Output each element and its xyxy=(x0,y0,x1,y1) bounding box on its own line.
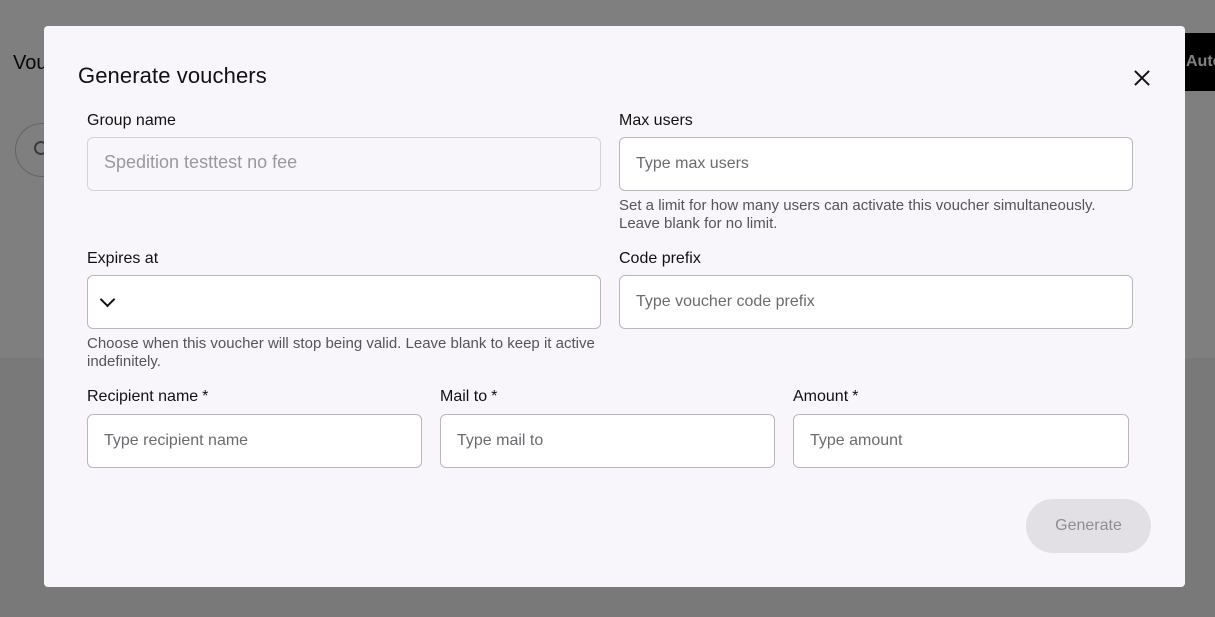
amount-input[interactable] xyxy=(793,414,1129,468)
expires-at-select[interactable] xyxy=(87,275,601,329)
expires-at-label: Expires at xyxy=(87,250,159,267)
recipient-name-label-text: Recipient name xyxy=(87,388,199,405)
group-name-input[interactable] xyxy=(87,137,601,191)
amount-label: Amount * xyxy=(793,388,858,406)
required-mark: * xyxy=(852,388,859,405)
mail-to-label: Mail to * xyxy=(440,388,497,406)
max-users-label: Max users xyxy=(619,112,693,129)
chevron-down-icon xyxy=(100,296,112,308)
recipient-name-label: Recipient name * xyxy=(87,388,208,406)
max-users-input[interactable] xyxy=(619,137,1133,191)
code-prefix-label: Code prefix xyxy=(619,250,701,267)
group-name-label: Group name xyxy=(87,112,176,129)
required-mark: * xyxy=(491,388,498,405)
required-mark: * xyxy=(202,388,209,405)
recipient-name-input[interactable] xyxy=(87,414,422,468)
close-icon[interactable] xyxy=(1130,66,1154,90)
mail-to-label-text: Mail to xyxy=(440,388,488,405)
generate-button[interactable]: Generate xyxy=(1026,499,1151,553)
dialog-title: Generate vouchers xyxy=(78,63,267,88)
expires-at-helper: Choose when this voucher will stop being… xyxy=(87,335,595,370)
mail-to-input[interactable] xyxy=(440,414,775,468)
code-prefix-input[interactable] xyxy=(619,275,1133,329)
max-users-helper: Set a limit for how many users can activ… xyxy=(619,197,1096,232)
amount-label-text: Amount xyxy=(793,388,849,405)
generate-vouchers-dialog: Generate vouchers Group name Max users S… xyxy=(44,26,1185,587)
